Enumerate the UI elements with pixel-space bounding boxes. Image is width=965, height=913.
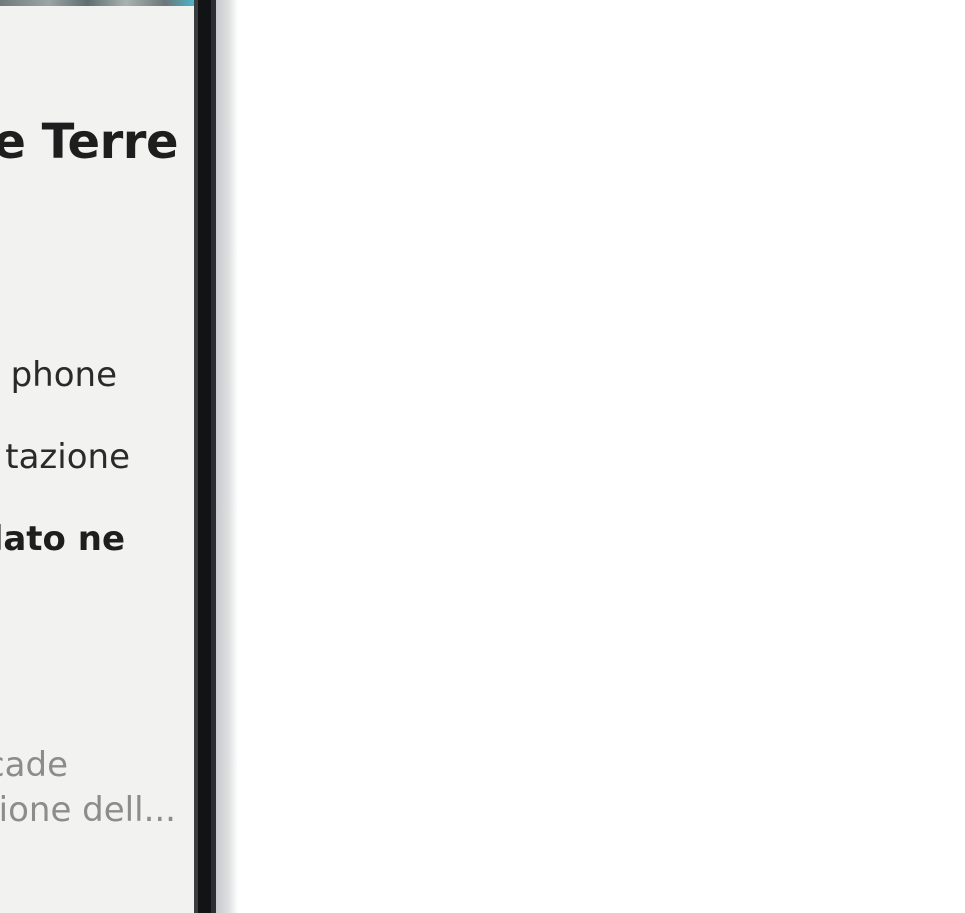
phone-screen: ne Terre phone tazione lato ne cade ione… xyxy=(0,0,194,913)
phone-bezel xyxy=(198,0,211,913)
info-line-1: phone xyxy=(10,355,117,395)
hero-image-strip xyxy=(0,0,194,6)
info-line-3[interactable]: lato ne xyxy=(0,522,125,556)
blank-background xyxy=(238,0,965,913)
stage: ne Terre phone tazione lato ne cade ione… xyxy=(0,0,965,913)
page-title: ne Terre xyxy=(0,114,179,170)
description-line-1: cade xyxy=(0,745,68,785)
phone-shadow xyxy=(216,0,238,913)
info-line-2: tazione xyxy=(5,437,130,477)
description-line-2[interactable]: ione dell... xyxy=(0,793,176,827)
